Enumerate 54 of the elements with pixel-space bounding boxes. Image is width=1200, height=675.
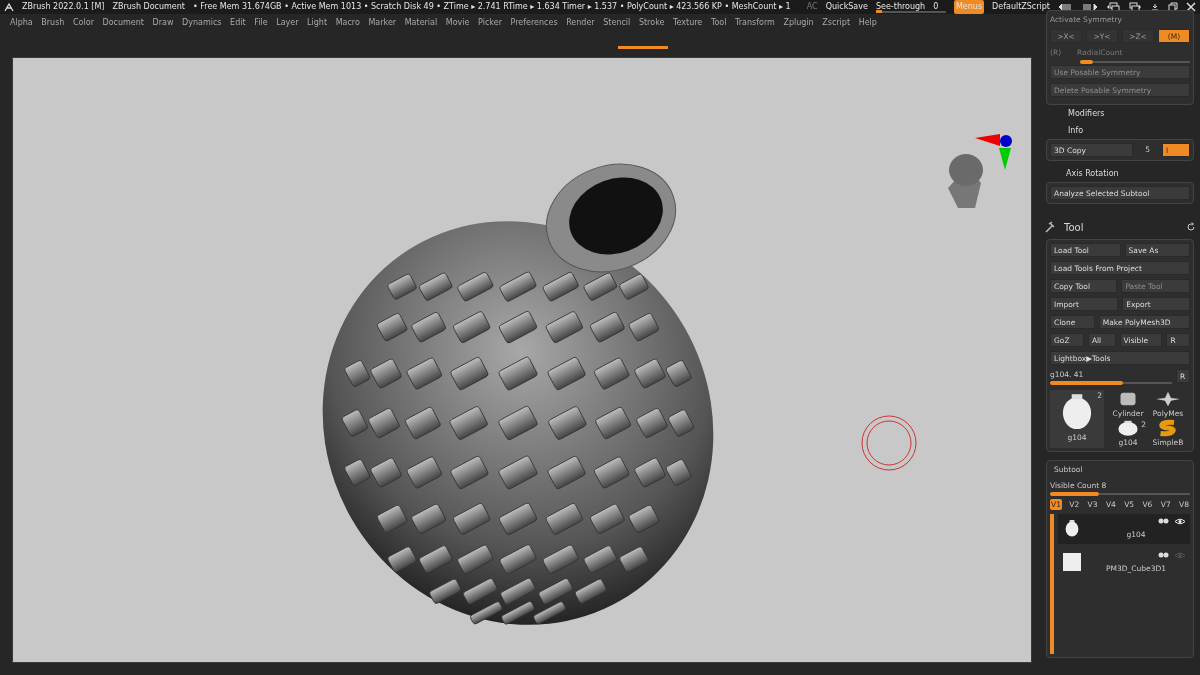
menu-item[interactable]: Stencil — [603, 14, 631, 32]
section-heading[interactable]: Axis Rotation — [1040, 164, 1200, 182]
viewport-canvas[interactable] — [12, 57, 1032, 663]
radial-count-slider[interactable] — [1080, 60, 1190, 63]
menu-item[interactable]: Macro — [335, 14, 360, 32]
script-name: DefaultZScript — [992, 1, 1050, 13]
panel-title: Tool — [1064, 220, 1084, 235]
menu-item[interactable]: Document — [102, 14, 144, 32]
close-icon[interactable] — [1186, 2, 1196, 12]
menu-item[interactable]: Edit — [230, 14, 246, 32]
menu-item[interactable]: Texture — [673, 14, 703, 32]
menu-item[interactable]: Tool — [710, 14, 727, 32]
status-stats: • Free Mem 31.674GB • Active Mem 1013 • Scratch Disk 49 • ZTime ▸ 2.741 RTime ▸ 1.634 Timer ▸ 1.537 • PolyCount ▸ 423.566 KP • MeshCount ▸ 1 — [193, 1, 791, 13]
menu-item[interactable]: Material — [404, 14, 438, 32]
ac-label[interactable]: AC — [806, 0, 818, 14]
menu-item[interactable]: Alpha — [10, 14, 33, 32]
cube-thumbnail-icon — [1062, 552, 1082, 573]
menu-item[interactable]: Transform — [735, 14, 775, 32]
menu-item[interactable]: Layer — [276, 14, 299, 32]
menu-item[interactable]: Preferences — [510, 14, 558, 32]
menu-item[interactable]: Stroke — [638, 14, 665, 32]
menu-item[interactable]: File — [254, 14, 268, 32]
app-title: ZBrush 2022.0.1 [M] — [22, 1, 105, 13]
shelf-indicator — [618, 46, 668, 49]
menu-item[interactable]: Light — [307, 14, 328, 32]
menu-item[interactable]: Dynamics — [182, 14, 222, 32]
menu-item[interactable]: Zplugin — [783, 14, 814, 32]
restore-icon[interactable] — [1168, 2, 1178, 12]
section-heading[interactable]: Info — [1040, 121, 1200, 139]
brush-cursor-icon — [861, 415, 917, 471]
menu-item[interactable]: Help — [858, 14, 877, 32]
menu-item[interactable]: Marker — [368, 14, 397, 32]
document-name: ZBrush Document — [112, 1, 185, 13]
section-heading[interactable]: Modifiers — [1040, 104, 1200, 122]
toggle-icon[interactable] — [1158, 552, 1170, 559]
toggle-icon[interactable] — [1158, 518, 1170, 524]
menu-item[interactable]: Zscript — [822, 14, 851, 32]
app-logo-icon — [4, 2, 14, 12]
window-stack-icon[interactable] — [1106, 2, 1120, 12]
menu-item[interactable]: Brush — [41, 14, 65, 32]
menu-item[interactable]: Draw — [152, 14, 174, 32]
menu-item[interactable]: Picker — [478, 14, 502, 32]
layout-left-icon[interactable] — [1058, 2, 1074, 12]
hammer-icon — [1044, 221, 1056, 233]
layout-right-icon[interactable] — [1082, 2, 1098, 12]
quicksave-button[interactable]: QuickSave — [825, 0, 868, 14]
menu-item[interactable]: Color — [73, 14, 94, 32]
subtool-scrollbar[interactable] — [1050, 514, 1054, 654]
window-stack-icon[interactable] — [1128, 2, 1142, 12]
reset-icon[interactable] — [1186, 222, 1196, 232]
menu-item[interactable]: Render — [566, 14, 595, 32]
see-through-slider[interactable]: See-through 0 — [875, 1, 946, 13]
menu-item[interactable]: Movie — [445, 14, 470, 32]
minimize-icon[interactable] — [1150, 2, 1160, 12]
